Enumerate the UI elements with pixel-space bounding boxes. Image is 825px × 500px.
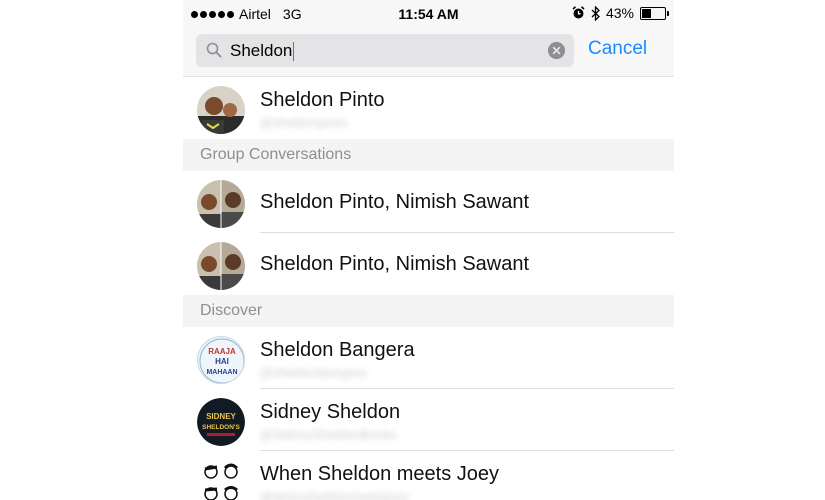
search-results: Sheldon Pinto @sheldonpinto Group Conver… <box>183 77 674 500</box>
group-conversation-row[interactable]: Sheldon Pinto, Nimish Sawant <box>183 171 674 233</box>
clear-search-icon[interactable] <box>548 42 565 59</box>
text-caret <box>293 42 295 62</box>
section-header-group-conversations: Group Conversations <box>183 139 674 171</box>
avatar-logo-text-1: SIDNEY <box>206 412 236 421</box>
cancel-button[interactable]: Cancel <box>588 38 647 60</box>
discover-row-sheldon-bangera[interactable]: RAAJA HAI MAHAAN Sheldon Bangera @sheldo… <box>183 327 674 389</box>
page-avatar: SIDNEY SHELDON'S <box>197 398 245 446</box>
battery-percent: 43% <box>605 5 634 21</box>
contact-row-sheldon-pinto[interactable]: Sheldon Pinto @sheldonpinto <box>183 77 674 139</box>
avatar <box>197 86 245 134</box>
group-avatar <box>197 180 245 228</box>
discover-handle: @whensheldonmeetsjoey <box>260 489 410 500</box>
discover-name: When Sheldon meets Joey <box>260 463 500 485</box>
discover-name: Sheldon Bangera <box>260 339 415 361</box>
avatar-logo-text-1: RAAJA <box>208 347 236 356</box>
discover-handle: @SidneySheldonBooks <box>260 427 397 442</box>
search-header: Sheldon Cancel <box>183 28 674 77</box>
battery-icon <box>640 6 669 20</box>
alarm-icon <box>572 6 585 19</box>
avatar-logo-text-3: MAHAAN <box>206 369 237 376</box>
discover-handle: @sheldonbangera <box>260 365 367 380</box>
discover-row-sidney-sheldon[interactable]: SIDNEY SHELDON'S Sidney Sheldon @SidneyS… <box>183 389 674 451</box>
search-icon <box>206 42 222 58</box>
group-name: Sheldon Pinto, Nimish Sawant <box>260 191 530 213</box>
contact-handle: @sheldonpinto <box>260 115 347 130</box>
group-name: Sheldon Pinto, Nimish Sawant <box>260 253 530 275</box>
page-avatar <box>197 460 245 500</box>
status-bar: Airtel 3G 11:54 AM 43% <box>183 0 674 28</box>
status-right: 43% <box>572 5 669 21</box>
page-avatar: RAAJA HAI MAHAAN <box>197 336 245 384</box>
phone-screen: Airtel 3G 11:54 AM 43% Sheldon Cancel Sh… <box>183 0 674 500</box>
discover-name: Sidney Sheldon <box>260 401 401 423</box>
bluetooth-icon <box>591 5 600 21</box>
avatar-logo-text-2: SHELDON'S <box>202 424 240 431</box>
group-conversation-row[interactable]: Sheldon Pinto, Nimish Sawant <box>183 233 674 295</box>
group-avatar <box>197 242 245 290</box>
battery-level <box>642 8 652 18</box>
search-field[interactable]: Sheldon <box>196 34 574 67</box>
section-header-discover: Discover <box>183 295 674 327</box>
contact-name: Sheldon Pinto <box>260 89 385 111</box>
search-input[interactable]: Sheldon <box>230 34 530 67</box>
avatar-logo-text-2: HAI <box>215 357 229 366</box>
search-query-text: Sheldon <box>230 41 293 60</box>
discover-row-when-sheldon-meets-joey[interactable]: When Sheldon meets Joey @whensheldonmeet… <box>183 451 674 500</box>
